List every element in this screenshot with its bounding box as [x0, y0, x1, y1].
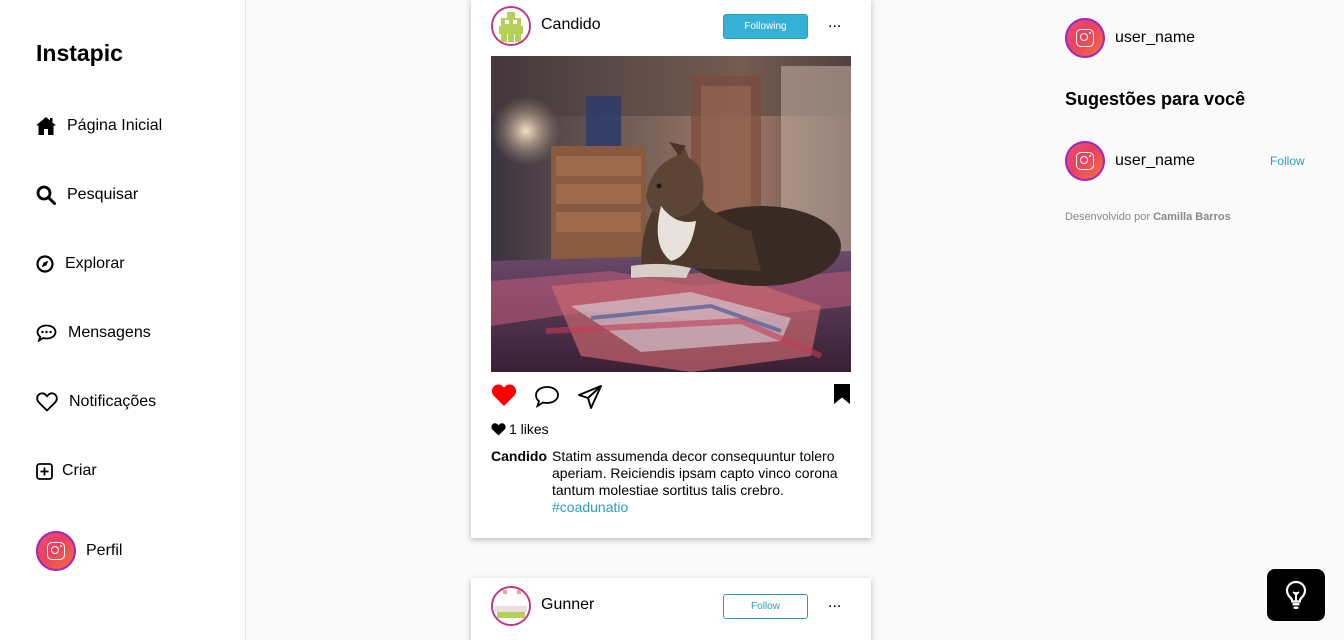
cat-photo — [491, 56, 851, 372]
post-card: Gunner Follow ... — [471, 578, 871, 640]
post-card: Candido Following ... 1 likes Candido St… — [471, 0, 871, 538]
avatar — [1065, 18, 1105, 58]
avatar — [36, 531, 76, 571]
sidebar-item-label: Notificações — [69, 393, 157, 410]
sidebar-item-profile[interactable]: Perfil — [36, 531, 122, 571]
more-options-button[interactable]: ... — [828, 14, 841, 32]
credits-prefix: Desenvolvido por — [1065, 211, 1150, 223]
sidebar-item-explore[interactable]: Explorar — [36, 254, 125, 274]
suggestion-username: user_name — [1115, 152, 1196, 169]
credits-name[interactable]: Camilla Barros — [1153, 211, 1231, 223]
theme-toggle-button[interactable] — [1267, 569, 1325, 621]
post-image[interactable] — [491, 56, 851, 372]
like-filled-icon[interactable] — [491, 383, 517, 407]
sidebar-item-label: Página Inicial — [67, 117, 163, 134]
sidebar-item-messages[interactable]: Mensagens — [36, 323, 151, 343]
sidebar-item-label: Criar — [62, 462, 97, 479]
sidebar-item-home[interactable]: Página Inicial — [36, 116, 162, 136]
sidebar-item-label: Mensagens — [68, 324, 151, 341]
caption-author[interactable]: Candido — [491, 448, 547, 465]
comment-icon[interactable] — [534, 385, 560, 409]
follow-button[interactable]: Follow — [723, 594, 808, 619]
credits: Desenvolvido por Camilla Barros — [1065, 211, 1231, 223]
current-user[interactable]: user_name — [1065, 18, 1195, 58]
likes-label: 1 likes — [509, 421, 549, 437]
send-icon[interactable] — [577, 384, 603, 410]
instagram-icon — [1076, 152, 1094, 170]
instagram-icon — [47, 542, 65, 560]
caption-text-block: Statim assumenda decor consequuntur tole… — [552, 448, 852, 516]
sidebar-item-create[interactable]: Criar — [36, 461, 97, 481]
sidebar: Instapic Página Inicial Pesquisar Explor… — [0, 0, 246, 640]
lightbulb-icon — [1285, 580, 1307, 609]
caption-text: Statim assumenda decor consequuntur tole… — [552, 448, 838, 498]
sidebar-item-notifications[interactable]: Notificações — [36, 392, 156, 412]
current-username: user_name — [1115, 29, 1196, 46]
post-actions — [491, 383, 851, 411]
following-button[interactable]: Following — [723, 14, 808, 39]
search-icon — [36, 185, 56, 205]
sidebar-item-label: Perfil — [86, 542, 123, 559]
hashtag-link[interactable]: #coadunatio — [552, 499, 628, 515]
post-username[interactable]: Gunner — [541, 596, 594, 614]
avatar — [1065, 141, 1105, 181]
suggestion-item[interactable]: user_name — [1065, 141, 1195, 181]
sidebar-item-label: Pesquisar — [67, 186, 139, 203]
avatar[interactable] — [491, 6, 531, 46]
instagram-icon — [1076, 29, 1094, 47]
post-header: Gunner Follow ... — [471, 578, 871, 636]
more-options-button[interactable]: ... — [828, 594, 841, 612]
heart-small-icon — [491, 422, 506, 435]
sidebar-item-search[interactable]: Pesquisar — [36, 185, 138, 205]
suggestions-title: Sugestões para você — [1065, 89, 1246, 109]
chat-icon — [36, 324, 57, 342]
brand-logo[interactable]: Instapic — [36, 40, 123, 67]
pixel-avatar-icon — [493, 588, 529, 624]
pixel-avatar-icon — [493, 8, 529, 44]
bookmark-filled-icon[interactable] — [833, 383, 851, 405]
plus-square-icon — [36, 462, 53, 480]
home-icon — [36, 117, 56, 135]
compass-icon — [36, 255, 54, 273]
sidebar-item-label: Explorar — [65, 255, 125, 272]
heart-outline-icon — [36, 392, 58, 412]
likes-count[interactable]: 1 likes — [491, 421, 549, 437]
post-header: Candido Following ... — [471, 0, 871, 56]
avatar[interactable] — [491, 586, 531, 626]
post-username[interactable]: Candido — [541, 16, 601, 34]
suggestion-follow-link[interactable]: Follow — [1270, 154, 1305, 168]
